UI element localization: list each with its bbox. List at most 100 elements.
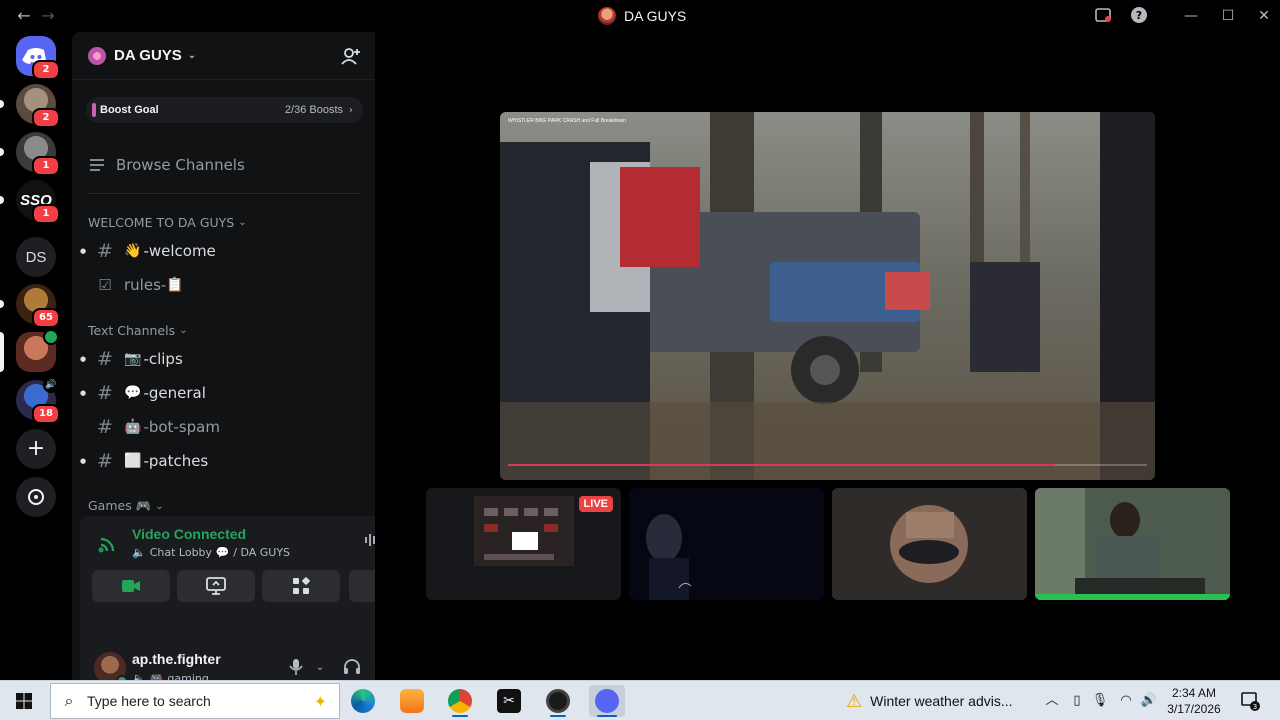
category-label: Games 🎮: [88, 498, 152, 513]
category-games[interactable]: Games 🎮 ⌄: [88, 497, 164, 515]
fl-studio-app[interactable]: [394, 685, 430, 717]
server-icon-8[interactable]: 🔊 18: [16, 377, 60, 424]
obs-app[interactable]: [540, 685, 576, 717]
camera-button[interactable]: [92, 570, 170, 602]
server-icon-gamer[interactable]: 65: [16, 284, 60, 328]
channel-emoji: 💬: [124, 385, 142, 401]
channel-patches[interactable]: ● # ⬜ -patches: [80, 445, 367, 477]
channel-emoji: 📋: [166, 277, 184, 293]
maximize-button[interactable]: ☐: [1218, 6, 1238, 26]
weather-widget[interactable]: ⚠ Winter weather advis...: [846, 687, 1013, 715]
capcut-app[interactable]: ✂: [491, 685, 527, 717]
home-button[interactable]: 2: [16, 36, 60, 80]
voice-channel-name: Chat Lobby 💬: [149, 546, 230, 559]
back-arrow-icon[interactable]: ←: [14, 6, 34, 26]
scrubber-progress[interactable]: [508, 464, 1055, 466]
windows-start-icon[interactable]: [16, 693, 32, 709]
chevron-down-icon: ⌄: [155, 500, 164, 512]
channel-rules[interactable]: ☑ rules- 📋: [80, 269, 367, 301]
add-server-button[interactable]: +: [16, 429, 56, 469]
edge-app[interactable]: [345, 685, 381, 717]
channel-general[interactable]: ● # 💬 -general: [80, 377, 367, 409]
speaker-icon: 🔈: [132, 546, 146, 559]
chevron-down-icon[interactable]: ⌄: [310, 658, 330, 678]
server-icon-2[interactable]: 1: [16, 132, 60, 176]
explore-icon[interactable]: [16, 477, 56, 517]
boost-count: 2/36 Boosts: [284, 104, 343, 116]
category-welcome[interactable]: WELCOME TO DA GUYS ⌄: [88, 213, 247, 231]
unread-dot: ●: [80, 389, 87, 397]
taskbar-search-box[interactable]: ⌕ Type here to search ✦: [50, 683, 340, 719]
chevron-up-icon[interactable]: ︿: [1042, 691, 1062, 711]
list-icon: [90, 159, 104, 171]
capcut-icon: ✂: [497, 689, 521, 713]
boost-goal-bar[interactable]: Boost Goal 2/36 Boosts ›: [86, 97, 363, 123]
inbox-icon[interactable]: [1093, 6, 1113, 26]
participant-tile-4[interactable]: [1035, 488, 1230, 600]
signal-icon[interactable]: [98, 534, 118, 554]
chevron-down-icon: ⌄: [238, 216, 247, 228]
minimize-button[interactable]: —: [1181, 6, 1201, 26]
discord-app[interactable]: [589, 685, 625, 717]
activities-button[interactable]: [262, 570, 340, 602]
server-rail: 2 2 1 SSQ 1 DS 65 🔊 18 +: [0, 32, 72, 680]
channel-emoji: 🤖: [124, 419, 142, 435]
voice-status[interactable]: Video Connected: [132, 526, 246, 542]
channel-name: rules-: [124, 276, 167, 294]
help-icon[interactable]: ?: [1129, 6, 1149, 26]
device-icon[interactable]: ▯: [1067, 691, 1087, 711]
server-icon-da-guys[interactable]: [16, 329, 59, 372]
server-badge: 1: [32, 156, 60, 176]
channel-name: -welcome: [143, 242, 216, 260]
screen-share-button[interactable]: [177, 570, 255, 602]
browse-channels-label: Browse Channels: [116, 156, 245, 174]
microphone-icon[interactable]: [286, 658, 306, 678]
unread-dot: ●: [80, 355, 87, 363]
participant-tile-3[interactable]: [832, 488, 1027, 600]
channel-sidebar: DA GUYS ⌄ Boost Goal 2/36 Boosts › Brows…: [72, 32, 439, 700]
notification-center-icon[interactable]: 3: [1240, 691, 1260, 711]
participant-video: [1035, 488, 1230, 600]
main-stream-video[interactable]: WHISTLER BIKE PARK CRASH and Full Breakd…: [500, 112, 1155, 480]
wifi-icon[interactable]: ◠: [1116, 691, 1136, 711]
volume-icon[interactable]: 🔊: [1139, 691, 1159, 711]
channel-emoji: 📷: [124, 351, 142, 367]
channel-welcome[interactable]: ● # 👋 -welcome: [80, 235, 367, 267]
channel-bot-spam[interactable]: # 🤖 -bot-spam: [80, 411, 367, 443]
voice-channel-info[interactable]: 🔈 Chat Lobby 💬 / DA GUYS: [132, 546, 290, 559]
system-clock[interactable]: 2:34 AM 3/17/2026: [1158, 685, 1230, 717]
chrome-app[interactable]: [442, 685, 478, 717]
server-icon-ssq[interactable]: SSQ 1: [16, 180, 60, 224]
browse-channels[interactable]: Browse Channels: [88, 152, 245, 178]
unread-dot: ●: [80, 457, 87, 465]
microphone-tray-icon[interactable]: 🎙: [1090, 691, 1110, 711]
fl-studio-icon: [400, 689, 424, 713]
participant-video: [629, 488, 824, 600]
activities-icon: [293, 577, 310, 594]
selected-pill: [0, 332, 4, 372]
participant-tile-2[interactable]: [629, 488, 824, 600]
channel-name: -clips: [143, 350, 183, 368]
discord-icon: [595, 689, 619, 713]
invite-people-icon[interactable]: [341, 46, 361, 66]
category-text-channels[interactable]: Text Channels ⌄: [88, 321, 187, 339]
unread-pill: [0, 300, 4, 308]
server-header[interactable]: DA GUYS ⌄: [72, 32, 375, 80]
boost-progress: [92, 103, 96, 117]
weather-text: Winter weather advis...: [870, 693, 1013, 709]
participant-tile-live[interactable]: LIVE: [426, 488, 621, 600]
close-button[interactable]: ✕: [1254, 6, 1274, 26]
stream-frame-image: [500, 112, 1155, 480]
server-icon-1[interactable]: 2: [16, 84, 60, 128]
username[interactable]: ap.the.fighter: [132, 651, 221, 667]
headphones-icon[interactable]: [342, 658, 362, 678]
forward-arrow-icon[interactable]: →: [38, 6, 58, 26]
hash-icon: #: [97, 416, 113, 438]
channel-clips[interactable]: ● # 📷 -clips: [80, 343, 367, 375]
hash-icon: #: [97, 240, 113, 262]
server-icon-ds[interactable]: DS: [16, 237, 56, 277]
category-label: Text Channels: [88, 322, 176, 338]
unread-pill: [0, 100, 4, 108]
server-name: DA GUYS: [114, 47, 182, 64]
participant-avatar: [832, 488, 1027, 600]
